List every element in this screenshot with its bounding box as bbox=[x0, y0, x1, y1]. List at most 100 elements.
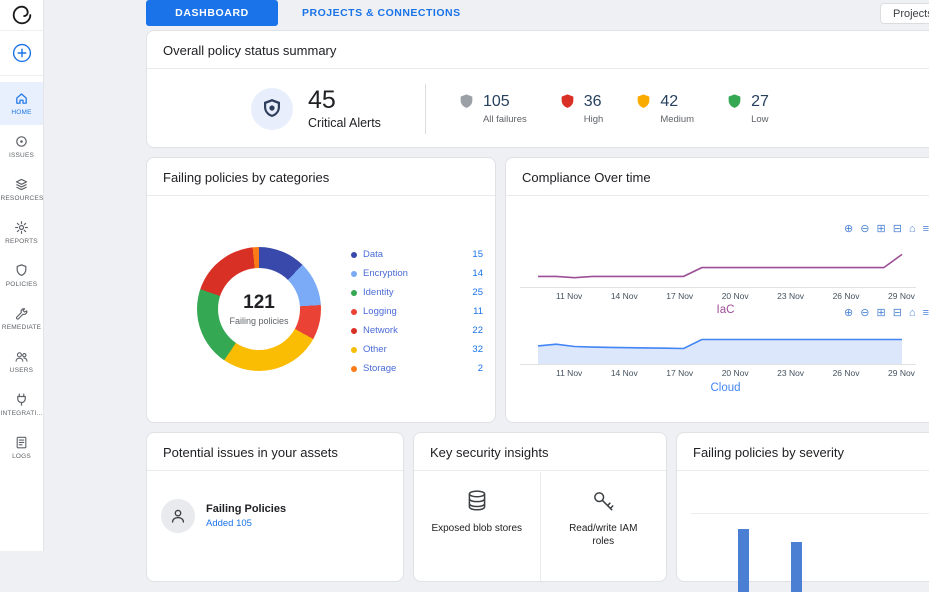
critical-shield-badge bbox=[251, 87, 293, 130]
stat-label: Medium bbox=[660, 113, 695, 125]
legend-item-storage[interactable]: Storage 2 bbox=[351, 359, 483, 378]
failing-policies-categories-card: Failing policies by categories 121 Faili… bbox=[146, 157, 496, 423]
pan-icon[interactable]: ⊟ bbox=[893, 308, 902, 319]
legend-label: Network bbox=[363, 325, 398, 336]
insight-exposed-blob-stores[interactable]: Exposed blob stores bbox=[414, 472, 540, 581]
x-tick: 26 Nov bbox=[832, 368, 860, 378]
sidebar-item-integrations[interactable]: INTEGRATI... bbox=[0, 383, 43, 426]
legend-item-network[interactable]: Network 22 bbox=[351, 321, 483, 340]
sidebar-item-home[interactable]: HOME bbox=[0, 82, 43, 125]
x-tick: 17 Nov bbox=[666, 368, 694, 378]
failing-policies-severity-card: Failing policies by severity bbox=[676, 432, 929, 592]
legend-color-dot bbox=[351, 327, 357, 334]
sidebar-item-label: RESOURCES bbox=[0, 195, 43, 202]
x-tick: 11 Nov bbox=[556, 368, 583, 378]
zoom-box-icon[interactable]: ⊞ bbox=[876, 308, 885, 319]
stat-all-failures[interactable]: 105 All failures bbox=[458, 93, 527, 125]
x-tick: 11 Nov bbox=[556, 291, 583, 301]
zoom-box-icon[interactable]: ⊞ bbox=[876, 224, 885, 235]
critical-alerts-value: 45 bbox=[308, 85, 336, 114]
legend-label: Encryption bbox=[363, 268, 408, 279]
stat-medium[interactable]: 42 Medium bbox=[635, 93, 694, 125]
orca-logo-icon bbox=[12, 5, 31, 25]
failing-policies-list-item[interactable]: Failing Policies Added 105 bbox=[161, 499, 286, 533]
sidebar-item-reports[interactable]: REPORTS bbox=[0, 211, 43, 254]
sidebar-item-label: ISSUES bbox=[8, 152, 35, 159]
plus-circle-icon bbox=[12, 43, 31, 63]
x-tick: 26 Nov bbox=[832, 291, 860, 301]
sidebar-item-resources[interactable]: RESOURCES bbox=[0, 168, 43, 211]
sidebar-item-issues[interactable]: ISSUES bbox=[0, 125, 43, 168]
insight-read-write-iam-roles[interactable]: Read/write IAM roles bbox=[539, 472, 667, 581]
chart-modebar: ⊕ ⊖ ⊞ ⊟ ⌂ ≡ bbox=[844, 224, 929, 235]
sidebar-item-logs[interactable]: LOGS bbox=[0, 426, 43, 469]
zoom-out-icon[interactable]: ⊖ bbox=[860, 308, 869, 319]
logs-icon bbox=[14, 435, 29, 450]
sidebar-item-users[interactable]: USERS bbox=[0, 340, 43, 383]
gridline bbox=[691, 513, 929, 514]
legend-value: 11 bbox=[473, 306, 483, 317]
insight-label: Read/write IAM roles bbox=[569, 523, 638, 547]
stat-low[interactable]: 27 Low bbox=[726, 93, 769, 125]
tab-dashboard[interactable]: DASHBOARD bbox=[146, 0, 278, 26]
zoom-in-icon[interactable]: ⊕ bbox=[844, 224, 853, 235]
zoom-out-icon[interactable]: ⊖ bbox=[860, 224, 869, 235]
legend-value: 25 bbox=[472, 287, 483, 298]
critical-alerts-stat[interactable]: 45 Critical Alerts bbox=[251, 85, 381, 130]
card-title: Failing policies by severity bbox=[677, 433, 929, 471]
severity-bar[interactable] bbox=[791, 542, 802, 592]
legend-item-data[interactable]: Data 15 bbox=[351, 245, 483, 264]
reset-home-icon[interactable]: ⌂ bbox=[909, 224, 916, 235]
legend-value: 15 bbox=[472, 249, 483, 260]
legend-item-identity[interactable]: Identity 25 bbox=[351, 283, 483, 302]
sidebar-item-label: USERS bbox=[9, 367, 34, 374]
pan-icon[interactable]: ⊟ bbox=[893, 224, 902, 235]
tab-projects-connections[interactable]: PROJECTS & CONNECTIONS bbox=[296, 0, 467, 26]
issue-name: Failing Policies bbox=[206, 503, 287, 515]
add-button[interactable] bbox=[0, 31, 43, 76]
failure-stats: 105 All failures 36 High 42 Medium 27 Lo… bbox=[458, 93, 769, 125]
key-security-insights-card: Key security insights Exposed blob store… bbox=[413, 432, 667, 582]
card-title: Key security insights bbox=[414, 433, 666, 471]
issues-icon bbox=[14, 134, 29, 149]
legend-item-other[interactable]: Other 32 bbox=[351, 340, 483, 359]
legend-color-dot bbox=[351, 270, 357, 277]
green-shield-icon bbox=[728, 93, 741, 108]
sidebar-item-label: REMEDIATE bbox=[1, 324, 42, 331]
app-logo[interactable] bbox=[0, 0, 43, 31]
x-tick: 20 Nov bbox=[721, 368, 749, 378]
cloud-area-chart[interactable] bbox=[518, 326, 918, 366]
stat-value: 27 bbox=[751, 92, 769, 110]
legend-color-dot bbox=[351, 365, 357, 372]
severity-bar[interactable] bbox=[738, 529, 749, 592]
donut-center: 121 Failing policies bbox=[218, 268, 300, 350]
menu-icon[interactable]: ≡ bbox=[923, 224, 929, 235]
home-icon bbox=[14, 91, 29, 106]
legend-color-dot bbox=[351, 251, 357, 258]
legend-item-logging[interactable]: Logging 11 bbox=[351, 302, 483, 321]
reset-home-icon[interactable]: ⌂ bbox=[909, 308, 916, 319]
legend-item-encryption[interactable]: Encryption 14 bbox=[351, 264, 483, 283]
users-icon bbox=[14, 349, 29, 364]
sidebar-item-label: HOME bbox=[11, 109, 32, 116]
zoom-in-icon[interactable]: ⊕ bbox=[844, 308, 853, 319]
summary-body: 45 Critical Alerts 105 All failures 36 H… bbox=[147, 70, 929, 147]
legend-label: Storage bbox=[363, 363, 397, 374]
iac-line-chart[interactable] bbox=[518, 244, 918, 288]
compliance-over-time-card: Compliance Over time ⊕ ⊖ ⊞ ⊟ ⌂ ≡ 11 Nov … bbox=[505, 157, 929, 423]
sidebar-item-label: POLICIES bbox=[5, 281, 38, 288]
sidebar: HOME ISSUES RESOURCES REPORTS POLICIES R… bbox=[0, 0, 44, 551]
sidebar-item-policies[interactable]: POLICIES bbox=[0, 254, 43, 297]
category-donut[interactable]: 121 Failing policies bbox=[197, 247, 321, 371]
stat-label: Low bbox=[751, 113, 769, 125]
gray-shield-icon bbox=[460, 93, 473, 108]
person-icon bbox=[171, 509, 185, 523]
sidebar-item-remediate[interactable]: REMEDIATE bbox=[0, 297, 43, 340]
menu-icon[interactable]: ≡ bbox=[923, 308, 929, 319]
sidebar-item-label: REPORTS bbox=[5, 238, 38, 245]
category-legend: Data 15 Encryption 14 Identity 25 Loggin… bbox=[351, 245, 483, 378]
stat-high[interactable]: 36 High bbox=[559, 93, 603, 125]
stat-value: 105 bbox=[482, 92, 510, 110]
projects-button[interactable]: Projects bbox=[880, 3, 929, 24]
main-content: DASHBOARD PROJECTS & CONNECTIONS Project… bbox=[146, 0, 929, 592]
